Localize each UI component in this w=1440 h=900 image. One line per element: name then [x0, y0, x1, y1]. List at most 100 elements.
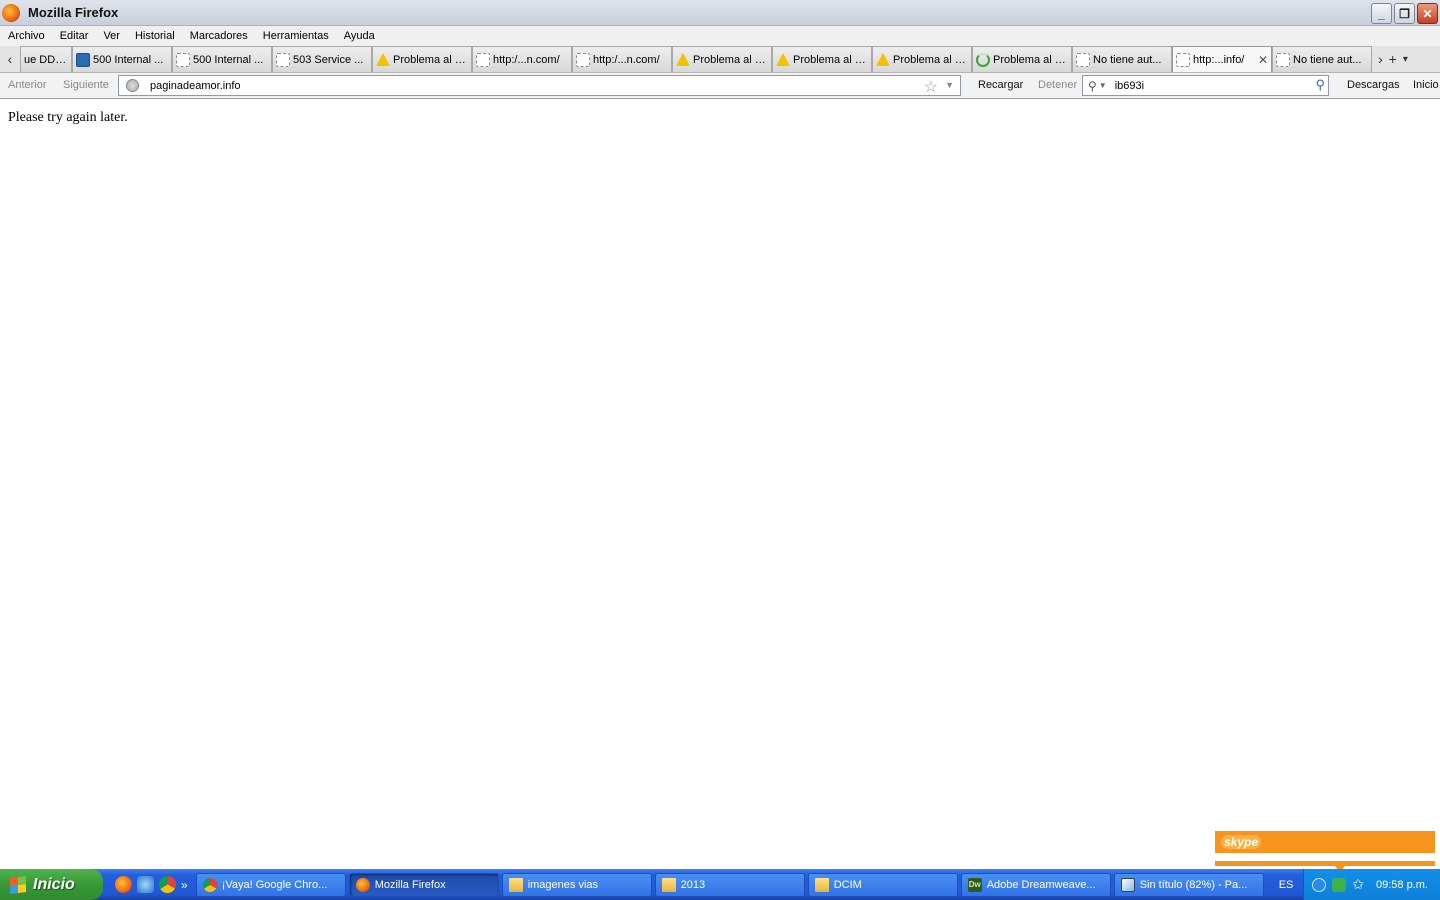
taskbar-button-active[interactable]: Mozilla Firefox [348, 872, 499, 897]
tab-label: 500 Internal ... [93, 53, 164, 66]
search-go-icon[interactable]: ⚲ [1315, 77, 1325, 93]
tab[interactable]: Problema al c... [372, 46, 472, 72]
tab[interactable]: 503 Service ... [272, 46, 372, 72]
skype-notification[interactable]: skype [1215, 831, 1435, 872]
clock[interactable]: 09:58 p.m. [1376, 879, 1428, 891]
dreamweaver-icon: Dw [967, 877, 982, 892]
tab-label: http:/...n.com/ [593, 53, 660, 66]
window-controls: _ ❐ ✕ [1371, 3, 1438, 24]
back-button[interactable]: Anterior [1, 79, 54, 91]
tab-label: No tiene aut... [1093, 53, 1162, 66]
taskbar-button[interactable]: ¡Vaya! Google Chro... [195, 872, 346, 897]
window-title: Mozilla Firefox [28, 5, 119, 20]
tab-label: http:...info/ [1193, 54, 1245, 66]
search-engine-icon[interactable]: ⚲ [1088, 79, 1097, 93]
search-engine-dropdown-icon[interactable]: ▼ [1099, 81, 1107, 90]
menu-archivo[interactable]: Archivo [2, 30, 50, 42]
security-shield-icon[interactable] [1332, 877, 1347, 892]
quick-launch: » [103, 876, 196, 893]
blank-page-icon [1176, 53, 1190, 67]
menu-historial[interactable]: Historial [129, 30, 180, 42]
loading-icon [976, 52, 990, 67]
taskbar-button[interactable]: imagenes vias [501, 872, 652, 897]
skype-logo: skype [1221, 835, 1262, 849]
url-bar[interactable]: paginadeamor.info ☆ ▼ [118, 75, 961, 96]
menu-ayuda[interactable]: Ayuda [338, 30, 380, 42]
blank-page-icon [1276, 52, 1290, 67]
tab[interactable]: http:/...n.com/ [572, 46, 672, 72]
blank-page-icon [476, 52, 490, 67]
site-identity-globe-icon[interactable] [126, 79, 139, 92]
reload-button[interactable]: Recargar [971, 79, 1030, 91]
tab-active[interactable]: http:...info/ ✕ [1172, 46, 1272, 72]
tab[interactable]: No tiene aut... [1072, 46, 1172, 72]
start-button[interactable]: Inicio [0, 869, 103, 900]
taskbar-button[interactable]: 2013 [654, 872, 805, 897]
tab-label: Problema al c... [993, 53, 1068, 66]
downloads-button[interactable]: Descargas [1340, 79, 1407, 91]
tab-label: Problema al c... [793, 53, 868, 66]
title-bar: Mozilla Firefox _ ❐ ✕ [0, 0, 1440, 26]
blank-page-icon [1076, 52, 1090, 67]
quick-launch-more-icon[interactable]: » [181, 878, 188, 892]
firefox-logo-icon[interactable] [2, 3, 20, 22]
warning-icon [776, 53, 790, 66]
tab-label: Problema al c... [893, 53, 968, 66]
tab[interactable]: http:/...n.com/ [472, 46, 572, 72]
taskbar-label: Sin título (82%) - Pa... [1139, 878, 1248, 891]
chrome-icon[interactable] [159, 876, 176, 893]
page-content: Please try again later. [0, 99, 1440, 869]
firefox-icon [355, 877, 370, 892]
new-tab-icon[interactable]: + [1389, 51, 1397, 67]
star-tray-icon[interactable]: ✩ [1352, 876, 1364, 893]
menu-herramientas[interactable]: Herramientas [257, 30, 334, 42]
menu-ver[interactable]: Ver [97, 30, 125, 42]
taskbar-label: imagenes vias [527, 878, 599, 891]
tab[interactable]: Problema al c... [872, 46, 972, 72]
tab-label: 503 Service ... [293, 53, 364, 66]
tab[interactable]: No tiene aut... [1272, 46, 1372, 72]
site-favicon-icon [76, 52, 90, 67]
tab[interactable]: Problema al c... [972, 46, 1072, 72]
language-indicator[interactable]: ES [1271, 879, 1302, 891]
taskbar-button[interactable]: DCIM [807, 872, 958, 897]
blank-page-icon [576, 52, 590, 67]
bookmark-star-icon[interactable]: ☆ [924, 77, 938, 97]
restore-button[interactable]: ❐ [1394, 3, 1415, 24]
tab[interactable]: Problema al c... [672, 46, 772, 72]
search-input[interactable]: ib693i [1115, 80, 1144, 92]
list-all-tabs-icon[interactable]: ▾ [1403, 54, 1408, 65]
url-history-dropdown-icon[interactable]: ▼ [945, 80, 954, 90]
close-window-button[interactable]: ✕ [1417, 3, 1438, 24]
minimize-button[interactable]: _ [1371, 3, 1392, 24]
tab-label: ue DDO... [24, 53, 68, 66]
stop-button[interactable]: Detener [1031, 79, 1084, 91]
tab-controls: › + ▾ [1372, 46, 1408, 72]
warning-icon [376, 53, 390, 66]
firefox-icon[interactable] [115, 876, 132, 893]
folder-icon [814, 877, 829, 892]
warning-icon [676, 53, 690, 66]
tab[interactable]: Problema al c... [772, 46, 872, 72]
close-tab-icon[interactable]: ✕ [1258, 53, 1268, 67]
url-text: paginadeamor.info [150, 79, 241, 92]
scroll-tabs-right-icon[interactable]: › [1378, 51, 1383, 67]
blank-page-icon [276, 52, 290, 67]
forward-button[interactable]: Siguiente [56, 79, 116, 91]
tab[interactable]: 500 Internal ... [72, 46, 172, 72]
menu-bar: Archivo Editar Ver Historial Marcadores … [0, 26, 1440, 46]
tab[interactable]: ue DDO... [20, 46, 72, 72]
taskbar-button[interactable]: Dw Adobe Dreamweave... [960, 872, 1111, 897]
internet-explorer-icon[interactable] [137, 876, 154, 893]
show-hidden-icons-icon[interactable] [1312, 877, 1327, 892]
tab[interactable]: 500 Internal ... [172, 46, 272, 72]
taskbar-label: ¡Vaya! Google Chro... [221, 878, 328, 891]
taskbar-button[interactable]: Sin título (82%) - Pa... [1113, 872, 1264, 897]
menu-marcadores[interactable]: Marcadores [184, 30, 253, 42]
home-button[interactable]: Inicio [1406, 79, 1440, 91]
chrome-icon [202, 877, 217, 892]
search-bar[interactable]: ⚲ ▼ ib693i ⚲ [1082, 75, 1329, 96]
menu-editar[interactable]: Editar [54, 30, 94, 42]
start-label: Inicio [33, 875, 75, 893]
scroll-tabs-left-icon[interactable]: ‹ [0, 46, 20, 72]
